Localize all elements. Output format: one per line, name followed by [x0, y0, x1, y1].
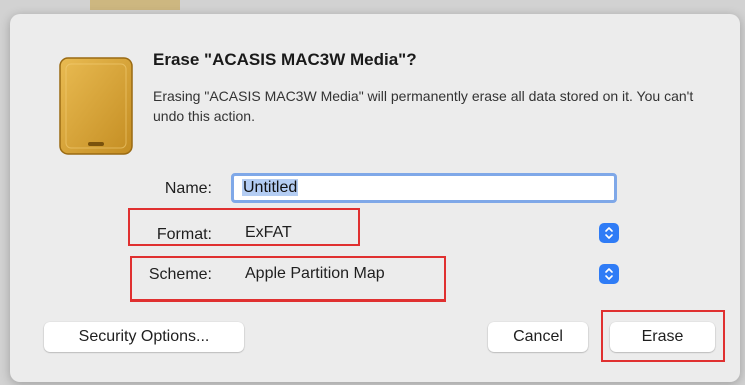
- erase-highlight-annotation: [601, 310, 725, 362]
- format-highlight-annotation: [128, 208, 360, 246]
- name-input-value: Untitled: [242, 179, 299, 196]
- name-label: Name:: [164, 180, 212, 197]
- dialog-message: Erasing "ACASIS MAC3W Media" will perman…: [153, 88, 694, 124]
- security-options-button[interactable]: Security Options...: [44, 322, 244, 352]
- erase-dialog: Erase "ACASIS MAC3W Media"? Erasing "ACA…: [10, 14, 740, 382]
- name-input[interactable]: Untitled: [231, 173, 617, 203]
- scheme-highlight-annotation: [130, 256, 446, 302]
- background-window-sliver: [90, 0, 180, 10]
- format-select-chevrons-icon[interactable]: [599, 223, 619, 243]
- dialog-title: Erase "ACASIS MAC3W Media"?: [153, 50, 417, 69]
- cancel-button[interactable]: Cancel: [488, 322, 588, 352]
- external-drive-icon: [56, 56, 136, 156]
- scheme-select-chevrons-icon[interactable]: [599, 264, 619, 284]
